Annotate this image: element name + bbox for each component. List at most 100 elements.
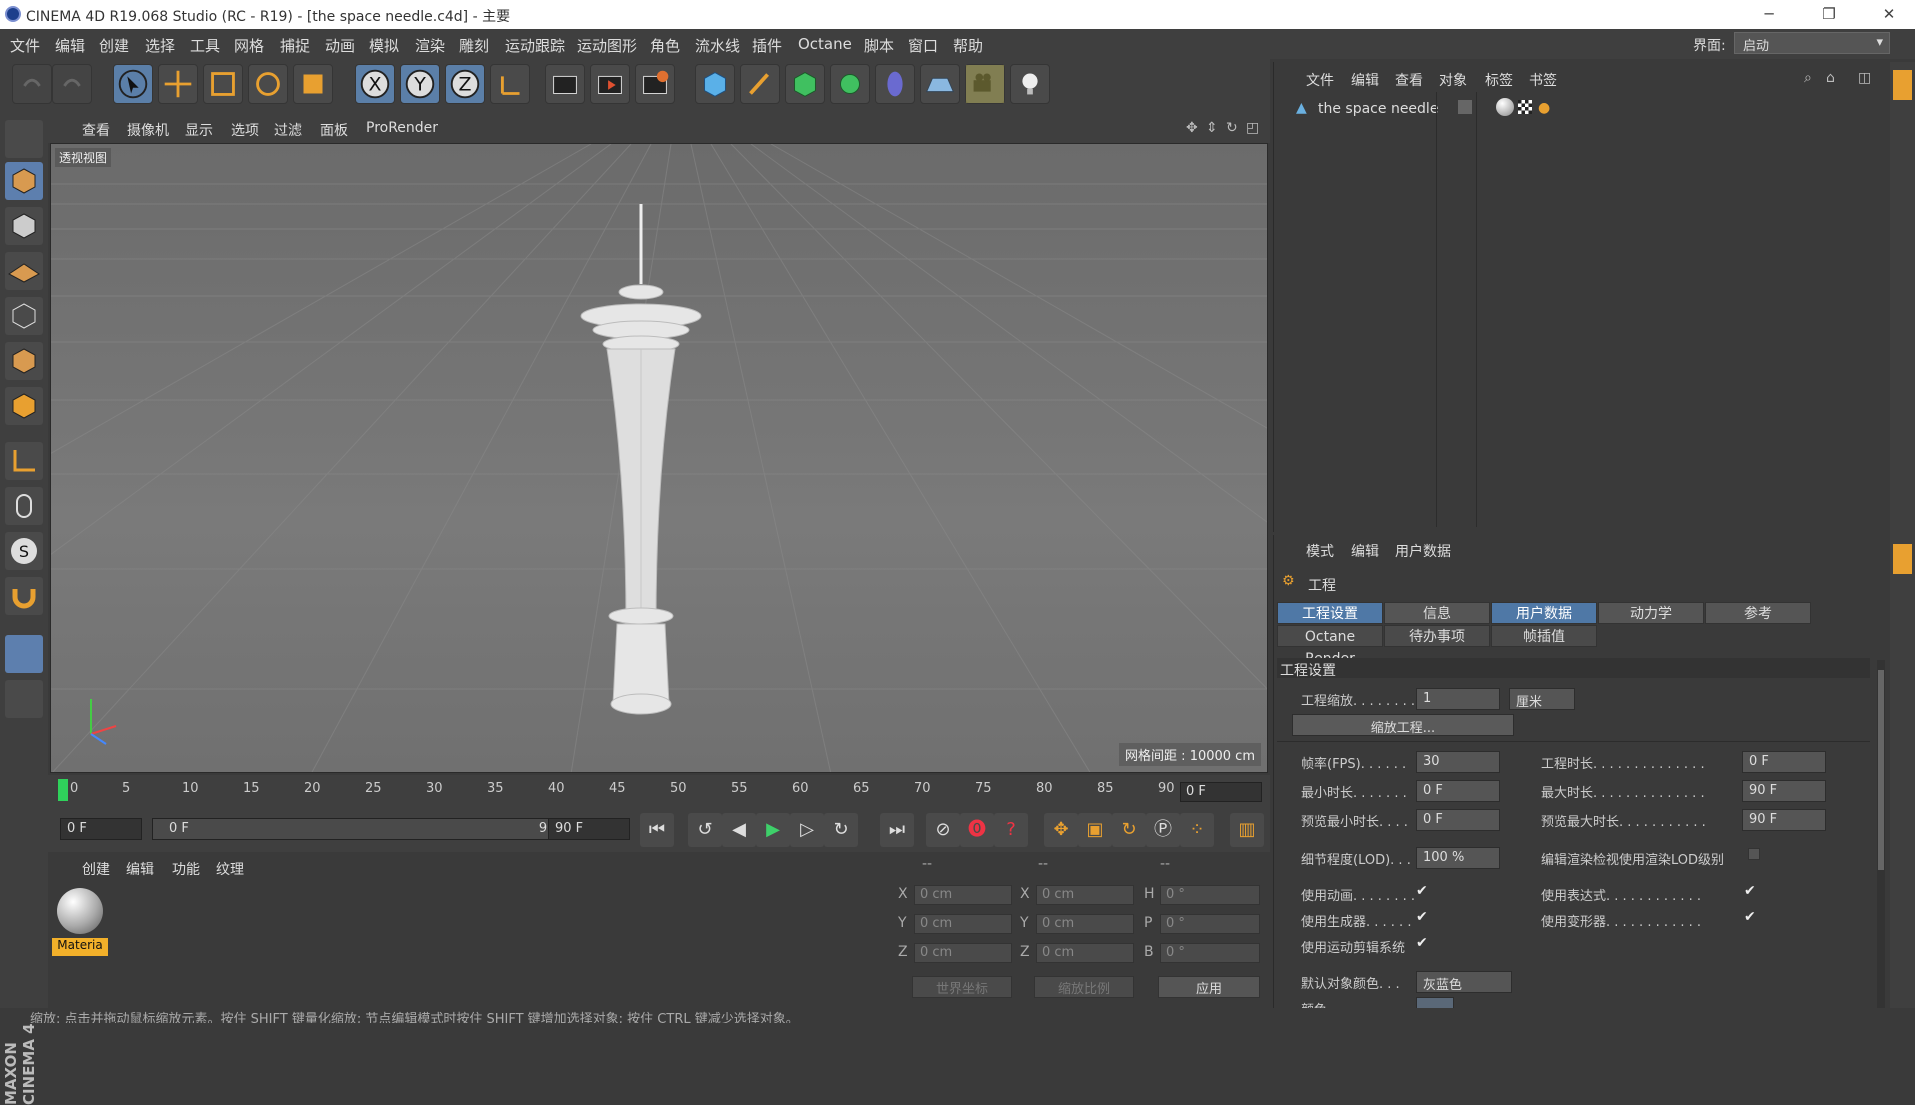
om-menu-view[interactable]: 查看 — [1395, 70, 1423, 90]
size-z-field[interactable]: 0 cm — [1036, 943, 1134, 963]
om-menu-tags[interactable]: 标签 — [1485, 70, 1513, 90]
record-rotation-button[interactable]: ↻ — [1112, 813, 1146, 847]
frame-range-slider[interactable]: 0 F 90 F — [152, 818, 584, 840]
vp-menu-view[interactable]: 查看 — [82, 120, 110, 140]
preview-min-field[interactable]: 0 F — [1416, 809, 1500, 831]
menu-pipeline[interactable]: 流水线 — [695, 35, 740, 56]
menu-simulate[interactable]: 模拟 — [369, 35, 399, 56]
interface-select[interactable]: 启动 ▾ — [1734, 32, 1890, 54]
menu-file[interactable]: 文件 — [10, 35, 40, 56]
record-active-objects-button[interactable]: ⊘ — [926, 813, 960, 847]
workplane-mode-button[interactable] — [5, 252, 43, 290]
om-menu-file[interactable]: 文件 — [1306, 70, 1334, 90]
tab-reference[interactable]: 参考 — [1705, 602, 1811, 624]
rotate-tool-button[interactable] — [248, 64, 288, 104]
minimize-icon[interactable]: ─ — [1758, 3, 1780, 25]
menu-render[interactable]: 渲染 — [415, 35, 445, 56]
close-icon[interactable]: ✕ — [1878, 3, 1900, 25]
menu-edit[interactable]: 编辑 — [55, 35, 85, 56]
toggle-view-icon[interactable]: ◰ — [1246, 120, 1259, 136]
tab-info[interactable]: 信息 — [1384, 602, 1490, 624]
floor-button[interactable] — [920, 64, 960, 104]
expand-icon[interactable]: ◫ — [1858, 70, 1871, 86]
menu-window[interactable]: 窗口 — [908, 35, 938, 56]
position-z-field[interactable]: 0 cm — [914, 943, 1012, 963]
move-tool-button[interactable] — [158, 64, 198, 104]
playhead-marker[interactable] — [58, 779, 68, 801]
x-axis-lock-button[interactable]: X — [355, 64, 395, 104]
search-icon[interactable]: ⌕ — [1804, 70, 1812, 86]
position-y-field[interactable]: 0 cm — [914, 914, 1012, 934]
render-settings-button[interactable] — [635, 64, 675, 104]
axis-mode-button[interactable] — [5, 442, 43, 480]
play-button[interactable]: ▶ — [756, 813, 790, 847]
tab-user-data[interactable]: 用户数据 — [1491, 602, 1597, 624]
array-mograph-button[interactable] — [830, 64, 870, 104]
tweak-mode-button[interactable] — [5, 487, 43, 525]
y-axis-lock-button[interactable]: Y — [400, 64, 440, 104]
light-button[interactable] — [1010, 64, 1050, 104]
attr-scrollbar[interactable] — [1877, 660, 1885, 1020]
redo-button[interactable] — [52, 64, 92, 104]
attr-menu-userdata[interactable]: 用户数据 — [1395, 541, 1451, 561]
scale-project-button[interactable]: 缩放工程... — [1292, 714, 1514, 736]
texture-mode-button[interactable] — [5, 207, 43, 245]
solo-button[interactable]: S — [5, 532, 43, 570]
vp-menu-panel[interactable]: 面板 — [320, 120, 348, 140]
lod-field[interactable]: 100 % — [1416, 847, 1500, 869]
scale-tool-button[interactable] — [203, 64, 243, 104]
menu-mesh[interactable]: 网格 — [234, 35, 264, 56]
move-view-icon[interactable]: ✥ — [1186, 120, 1198, 136]
keyframe-selection-button[interactable]: ? — [994, 813, 1028, 847]
vp-menu-prorender[interactable]: ProRender — [366, 120, 438, 136]
snap-button[interactable] — [5, 577, 43, 615]
om-menu-edit[interactable]: 编辑 — [1351, 70, 1379, 90]
mat-menu-function[interactable]: 功能 — [172, 859, 200, 879]
project-scale-field[interactable]: 1 — [1416, 688, 1500, 710]
rotation-b-field[interactable]: 0 ° — [1160, 943, 1260, 963]
tab-dynamics[interactable]: 动力学 — [1598, 602, 1704, 624]
fps-field[interactable]: 30 — [1416, 751, 1500, 773]
menu-sculpt[interactable]: 雕刻 — [459, 35, 489, 56]
restore-icon[interactable]: ❐ — [1818, 3, 1840, 25]
go-to-end-button[interactable]: ⏭ — [880, 813, 914, 847]
vp-menu-filter[interactable]: 过滤 — [274, 120, 302, 140]
menu-create[interactable]: 创建 — [99, 35, 129, 56]
preview-max-field[interactable]: 90 F — [1742, 809, 1826, 831]
menu-snap[interactable]: 捕捉 — [280, 35, 310, 56]
menu-plugins[interactable]: 插件 — [752, 35, 782, 56]
attributes-side-tab[interactable] — [1893, 544, 1912, 574]
menu-motion-tracking[interactable]: 运动跟踪 — [505, 35, 565, 56]
points-mode-button[interactable] — [5, 297, 43, 335]
record-position-button[interactable]: ✥ — [1044, 813, 1078, 847]
menu-character[interactable]: 角色 — [650, 35, 680, 56]
workplane-lock-button[interactable] — [5, 635, 43, 673]
render-lod-checkbox[interactable] — [1748, 848, 1760, 860]
attr-menu-edit[interactable]: 编辑 — [1351, 541, 1379, 561]
attr-menu-mode[interactable]: 模式 — [1306, 541, 1334, 561]
position-x-field[interactable]: 0 cm — [914, 885, 1012, 905]
make-editable-button[interactable] — [5, 120, 43, 158]
next-frame-button[interactable]: ▷ — [790, 813, 824, 847]
vp-menu-cameras[interactable]: 摄像机 — [127, 120, 169, 140]
record-point-level-button[interactable]: ⁘ — [1180, 813, 1214, 847]
coordinate-space-select[interactable]: 世界坐标 — [912, 976, 1012, 998]
undo-button[interactable] — [12, 64, 52, 104]
use-expressions-checkbox[interactable]: ✔ — [1744, 883, 1756, 899]
recent-tool-button[interactable] — [293, 64, 333, 104]
select-tool-button[interactable] — [113, 64, 153, 104]
texture-tag-icon[interactable] — [1518, 100, 1532, 114]
start-frame-field[interactable]: 0 F — [60, 818, 142, 840]
autokey-button[interactable]: ⓿ — [960, 813, 994, 847]
current-frame-field[interactable]: 0 F — [1180, 782, 1262, 802]
render-picture-viewer-button[interactable] — [590, 64, 630, 104]
visibility-toggle-icon[interactable] — [1458, 100, 1472, 114]
rotation-p-field[interactable]: 0 ° — [1160, 914, 1260, 934]
planar-workplane-button[interactable] — [5, 680, 43, 718]
min-time-field[interactable]: 0 F — [1416, 780, 1500, 802]
rotation-h-field[interactable]: 0 ° — [1160, 885, 1260, 905]
model-mode-button[interactable] — [5, 162, 43, 200]
render-view-button[interactable] — [545, 64, 585, 104]
menu-animate[interactable]: 动画 — [325, 35, 355, 56]
size-y-field[interactable]: 0 cm — [1036, 914, 1134, 934]
